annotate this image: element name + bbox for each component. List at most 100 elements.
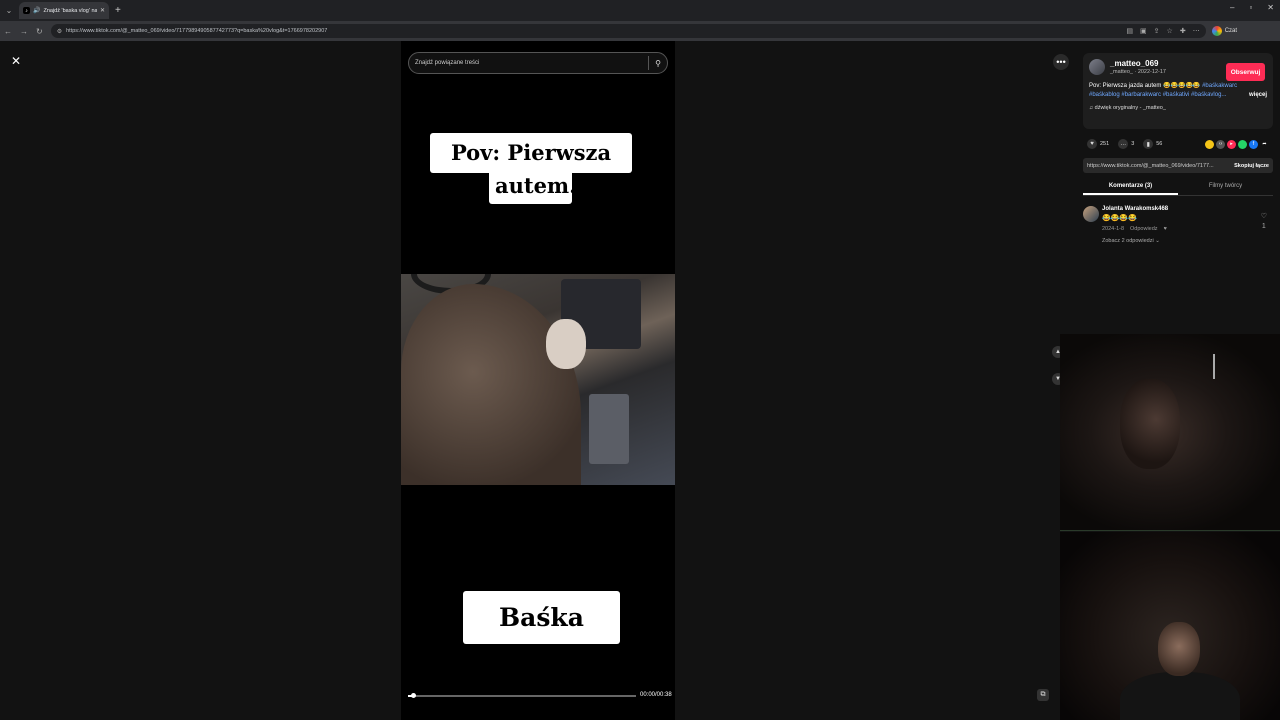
author-card: _matteo_069 _matteo_ · 2022-12-17 Obserw… — [1083, 53, 1273, 129]
hashtag-links[interactable]: #baśkablog #barbarakwarc #baśkativi #baś… — [1089, 92, 1226, 98]
facebook-icon[interactable]: f — [1249, 139, 1258, 149]
more-options-icon[interactable]: ••• — [1053, 54, 1069, 70]
maximize-button[interactable]: ▫ — [1249, 3, 1252, 12]
video-player[interactable]: Znajdź powiązane treści ⚲ Pov: Pierwsza … — [401, 41, 675, 720]
search-placeholder: Znajdź powiązane treści — [415, 60, 480, 66]
like-stat[interactable]: ♥ 251 — [1087, 139, 1109, 149]
profile-avatar-icon — [1211, 26, 1222, 36]
tab-close-icon[interactable]: ✕ — [100, 7, 105, 14]
engagement-row: ♥ 251 … 3 ▮ 56 ‹› ▸ f ➦ — [1083, 139, 1273, 149]
window-controls: – ▫ ✕ — [1230, 3, 1274, 12]
search-icon[interactable]: ⚲ — [655, 59, 661, 68]
reload-icon[interactable]: ↻ — [36, 27, 43, 36]
profile-label: Czat — [1224, 28, 1238, 34]
commenter-name[interactable]: Jolanta Warakomsk468 — [1102, 206, 1273, 212]
comment-meta: 2024-1-8 Odpowiedz ♥ — [1102, 226, 1273, 232]
comment-item: Jolanta Warakomsk468 😂😂😂😂 2024-1-8 Odpow… — [1083, 206, 1273, 244]
comment-count: 3 — [1131, 141, 1135, 147]
tab-search-icon[interactable]: ⌄ — [2, 4, 16, 18]
comment-icon[interactable]: … — [1118, 139, 1129, 149]
forward-icon[interactable]: → — [20, 27, 28, 36]
share-icon[interactable]: ⇪ — [1154, 27, 1160, 35]
webcam-body-bottom — [1120, 672, 1240, 720]
copy-link-row: https://www.tiktok.com/@_matteo_069/vide… — [1083, 158, 1273, 173]
whatsapp-icon[interactable] — [1238, 139, 1247, 149]
description-text: Pov: Pierwsza jazda autem — [1089, 83, 1162, 89]
heart-icon[interactable]: ♥ — [1087, 139, 1097, 149]
save-stat[interactable]: ▮ 56 — [1143, 139, 1162, 149]
view-replies-button[interactable]: Zobacz 2 odpowiedzi ⌄ — [1102, 238, 1273, 244]
author-avatar[interactable] — [1089, 59, 1105, 75]
follow-button[interactable]: Obserwuj — [1226, 63, 1265, 81]
share-arrow-icon[interactable]: ➦ — [1260, 140, 1269, 149]
comment-like-count: 1 — [1261, 223, 1266, 230]
address-url[interactable]: https://www.tiktok.com/@_matteo_069/vide… — [66, 28, 1122, 34]
share-icons: ‹› ▸ f ➦ — [1205, 139, 1269, 149]
tab-comments[interactable]: Komentarze (3) — [1083, 179, 1178, 195]
nav-buttons: ← → ↻ — [4, 27, 43, 36]
address-bar[interactable]: ⚙ https://www.tiktok.com/@_matteo_069/vi… — [50, 24, 1206, 38]
search-divider — [648, 56, 650, 70]
author-subline: _matteo_ · 2022-12-17 — [1110, 69, 1166, 75]
video-timecode: 00:00/00:38 — [640, 692, 672, 698]
browser-tab-active[interactable]: ♪ 🔊 Znajdź 'baska vlog' na TikTo ✕ — [19, 2, 109, 19]
hashtag-link[interactable]: #baśkakwarc — [1202, 83, 1237, 89]
profile-button[interactable]: Czat — [1211, 26, 1238, 36]
close-viewer-icon[interactable]: ✕ — [8, 53, 24, 69]
tab-creator-videos[interactable]: Filmy twórcy — [1178, 179, 1273, 195]
save-count: 56 — [1156, 141, 1163, 147]
tiktok-favicon-icon: ♪ — [23, 7, 30, 14]
music-info[interactable]: ♫ dźwięk oryginalny - _matteo_ — [1089, 105, 1267, 111]
related-search-input[interactable]: Znajdź powiązane treści ⚲ — [408, 52, 668, 74]
site-info-icon[interactable]: ⚙ — [57, 28, 62, 35]
new-tab-button[interactable]: + — [115, 5, 121, 16]
install-icon[interactable]: ▣ — [1140, 27, 1147, 35]
video-progress-bar[interactable] — [408, 693, 636, 698]
gear-shifter — [589, 394, 629, 464]
hand-figure — [546, 319, 586, 369]
menu-dots-icon[interactable]: ⋯ — [1193, 27, 1200, 35]
panel-tabs: Komentarze (3) Filmy twórcy — [1083, 179, 1273, 196]
tab-title: Znajdź 'baska vlog' na TikTo — [43, 7, 97, 14]
video-description: Pov: Pierwsza jazda autem 😂😂😂😂😂 #baśkakw… — [1089, 82, 1267, 100]
send-icon[interactable]: ▸ — [1227, 139, 1236, 149]
minimize-button[interactable]: – — [1230, 3, 1234, 12]
progress-knob[interactable] — [410, 693, 416, 698]
webcam-person-bottom — [1158, 622, 1200, 676]
like-count: 251 — [1100, 141, 1110, 147]
translate-icon[interactable]: ▤ — [1126, 27, 1133, 35]
back-icon[interactable]: ← — [4, 27, 12, 36]
comment-like[interactable]: ♡ 1 — [1261, 212, 1267, 232]
comment-heart-icon[interactable]: ♡ — [1261, 213, 1267, 220]
bookmark-icon[interactable]: ▮ — [1143, 139, 1154, 149]
reply-button[interactable]: Odpowiedz — [1130, 226, 1158, 232]
webcam-overlay-top — [1060, 334, 1280, 531]
picture-in-picture-icon[interactable]: ⧉ — [1037, 689, 1049, 701]
author-handle[interactable]: _matteo_069 — [1110, 59, 1166, 68]
webcam-light — [1213, 354, 1215, 379]
webcam-person-top — [1120, 379, 1180, 469]
coin-icon[interactable] — [1205, 139, 1214, 149]
comment-stat[interactable]: … 3 — [1118, 139, 1134, 149]
bookmark-star-icon[interactable]: ☆ — [1167, 27, 1173, 35]
video-caption-bottom: Baśka blog. — [463, 591, 620, 685]
details-panel: _matteo_069 _matteo_ · 2022-12-17 Obserw… — [1083, 53, 1273, 244]
creator-liked-icon: ♥ — [1163, 226, 1167, 232]
webcam-overlay-bottom — [1060, 532, 1280, 720]
description-emojis: 😂😂😂😂😂 — [1163, 83, 1201, 89]
comment-date: 2024-1-8 — [1102, 226, 1125, 232]
audio-playing-icon[interactable]: 🔊 — [33, 7, 40, 14]
jacket-figure — [401, 284, 581, 485]
video-caption-line1: Pov: Pierwsza jazda — [430, 133, 632, 205]
address-bar-icons: ▤ ▣ ⇪ ☆ ✚ ⋯ — [1126, 27, 1199, 35]
more-link[interactable]: więcej — [1249, 91, 1267, 100]
browser-toolbar: ← → ↻ ⚙ https://www.tiktok.com/@_matteo_… — [0, 21, 1280, 41]
video-link[interactable]: https://www.tiktok.com/@_matteo_069/vide… — [1087, 163, 1228, 169]
extensions-icon[interactable]: ✚ — [1180, 27, 1186, 35]
music-title: dźwięk oryginalny - _matteo_ — [1094, 105, 1166, 111]
commenter-avatar[interactable] — [1083, 206, 1099, 222]
close-window-button[interactable]: ✕ — [1267, 3, 1274, 12]
video-caption-line2: autem. — [489, 170, 576, 204]
embed-icon[interactable]: ‹› — [1216, 139, 1225, 149]
copy-link-button[interactable]: Skopiuj łącze — [1228, 163, 1269, 169]
